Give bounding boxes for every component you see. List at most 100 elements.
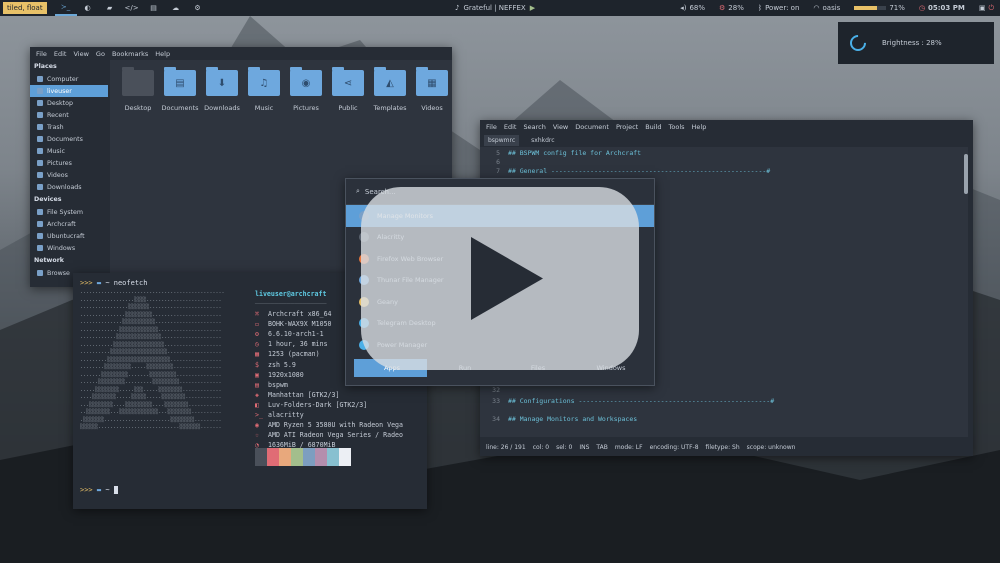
sidebar-item-label: Videos	[47, 171, 68, 179]
volume-icon: ◂)	[680, 4, 687, 12]
terminal-prompt: >>> ▬ ~ neofetch	[80, 279, 148, 287]
geany-menu-help[interactable]: Help	[692, 123, 707, 131]
download-folder-icon: ⬇	[206, 67, 238, 96]
folder-desktop[interactable]: Desktop	[116, 67, 160, 112]
sidebar-item-file-system[interactable]: File System	[30, 206, 108, 218]
info-icon: $	[255, 360, 259, 369]
geany-menu-project[interactable]: Project	[616, 123, 638, 131]
sidebar-item-desktop[interactable]: Desktop	[30, 97, 108, 109]
sidebar-item-label: Pictures	[47, 159, 72, 167]
sidebar-item-label: Computer	[47, 75, 79, 83]
fm-menu-file[interactable]: File	[36, 50, 47, 58]
geany-menu-document[interactable]: Document	[575, 123, 609, 131]
music-player[interactable]: ♪ Grateful | NEFFEX ▶	[455, 0, 535, 16]
sidebar-section-devices: Devices	[34, 196, 62, 203]
volume-indicator[interactable]: ◂) 68%	[680, 4, 705, 12]
folder-pictures[interactable]: ◉ Pictures	[284, 67, 328, 112]
tab-bspwmrc[interactable]: bspwmrc	[484, 134, 520, 146]
palette-swatch	[267, 448, 279, 466]
play-button-icon[interactable]: ▶	[530, 4, 535, 12]
sidebar-item-label: Documents	[47, 135, 83, 143]
line-number: 32	[492, 386, 500, 394]
info-row: >_ alacritty	[255, 410, 403, 420]
fm-menu-view[interactable]: View	[73, 50, 88, 58]
pictures-icon	[37, 160, 43, 166]
geany-menu-file[interactable]: File	[486, 123, 497, 131]
video-folder-icon: ▦	[416, 67, 448, 96]
geany-menu-tools[interactable]: Tools	[669, 123, 685, 131]
folder-music[interactable]: ♫ Music	[242, 67, 286, 112]
code-line: 32	[480, 386, 508, 395]
folder-downloads[interactable]: ⬇ Downloads	[200, 67, 244, 112]
folder-documents[interactable]: ▤ Documents	[158, 67, 202, 112]
sidebar-item-music[interactable]: Music	[30, 145, 108, 157]
sidebar-item-documents[interactable]: Documents	[30, 133, 108, 145]
folder-label: Pictures	[293, 104, 319, 112]
brightness-icon	[846, 31, 870, 55]
fm-menu-bookmarks[interactable]: Bookmarks	[112, 50, 148, 58]
geany-menu-view[interactable]: View	[553, 123, 568, 131]
fm-sidebar: Places Computer liveuser Desktop Recent Trash…	[30, 60, 108, 287]
sidebar-item-label: Recent	[47, 111, 69, 119]
sidebar-item-archcraft[interactable]: Archcraft	[30, 218, 108, 230]
sidebar-item-recent[interactable]: Recent	[30, 109, 108, 121]
browse-icon	[37, 270, 43, 276]
cursor: _	[113, 486, 118, 494]
folder-templates[interactable]: ◭ Templates	[368, 67, 412, 112]
folder-label: Public	[338, 104, 358, 112]
geany-tabbar: bspwmrc sxhkdrc	[480, 133, 973, 147]
desktop-folder-icon	[122, 67, 154, 96]
folder-videos[interactable]: ▦ Videos	[410, 67, 454, 112]
workspace-code-icon[interactable]: </>	[121, 0, 143, 16]
workspace-files-icon[interactable]: ▰	[99, 0, 121, 16]
layout-indicator[interactable]: tiled, float	[3, 2, 47, 14]
sidebar-item-label: Trash	[47, 123, 64, 131]
fm-menu-help[interactable]: Help	[155, 50, 170, 58]
fm-menu-edit[interactable]: Edit	[54, 50, 67, 58]
sidebar-item-trash[interactable]: Trash	[30, 121, 108, 133]
power-icon[interactable]: ⏻	[988, 4, 994, 13]
geany-menu-search[interactable]: Search	[523, 123, 545, 131]
sidebar-item-ubuntucraft[interactable]: Ubuntucraft	[30, 230, 108, 242]
lock-icon[interactable]: ▣	[979, 4, 986, 12]
workspace-settings-icon[interactable]: ⚙	[187, 0, 209, 16]
geany-menu-build[interactable]: Build	[645, 123, 661, 131]
sidebar-item-label: liveuser	[47, 87, 72, 95]
bluetooth-indicator[interactable]: ᛒ Power: on	[758, 4, 800, 12]
fm-menu-go[interactable]: Go	[96, 50, 105, 58]
folder-label: Videos	[421, 104, 443, 112]
palette-swatch	[303, 448, 315, 466]
workspace-browser-icon[interactable]: ◐	[77, 0, 99, 16]
file-system-icon	[37, 209, 43, 215]
wifi-icon: ◠	[813, 4, 820, 12]
folder-public[interactable]: ⋖ Public	[326, 67, 370, 112]
wifi-indicator[interactable]: ◠ oasis	[813, 4, 840, 12]
info-icon: ▭	[255, 320, 259, 329]
status-field: filetype: Sh	[705, 443, 740, 451]
palette-swatch	[327, 448, 339, 466]
sidebar-item-label: Windows	[47, 244, 76, 252]
liveuser-icon	[37, 88, 43, 94]
sidebar-item-liveuser[interactable]: liveuser	[30, 85, 108, 97]
code-line: 5 ## BSPWM config file for Archcraft	[480, 149, 641, 158]
sidebar-item-windows[interactable]: Windows	[30, 242, 108, 254]
status-field: sel: 0	[556, 443, 573, 451]
sidebar-item-label: Downloads	[47, 183, 82, 191]
code-line: 34 ## Manage Monitors and Workspaces	[480, 415, 637, 424]
workspace-terminal-icon[interactable]: ≻_	[54, 0, 77, 16]
video-play-button-icon[interactable]	[361, 187, 639, 370]
brightness-popup: Brightness : 28%	[838, 22, 994, 64]
sidebar-item-pictures[interactable]: Pictures	[30, 157, 108, 169]
tab-sxhkdrc[interactable]: sxhkdrc	[527, 135, 558, 146]
workspace-docs-icon[interactable]: ▤	[143, 0, 165, 16]
sidebar-item-downloads[interactable]: Downloads	[30, 181, 108, 193]
line-text: ## General -----------------------------…	[508, 167, 771, 175]
share-folder-icon: ⋖	[332, 67, 364, 96]
status-field: scope: unknown	[746, 443, 796, 451]
workspace-chat-icon[interactable]: ☁	[165, 0, 187, 16]
geany-menu-edit[interactable]: Edit	[504, 123, 517, 131]
sidebar-item-computer[interactable]: Computer	[30, 73, 108, 85]
sidebar-item-videos[interactable]: Videos	[30, 169, 108, 181]
editor-scrollbar[interactable]	[964, 154, 968, 194]
music-folder-icon: ♫	[248, 67, 280, 96]
